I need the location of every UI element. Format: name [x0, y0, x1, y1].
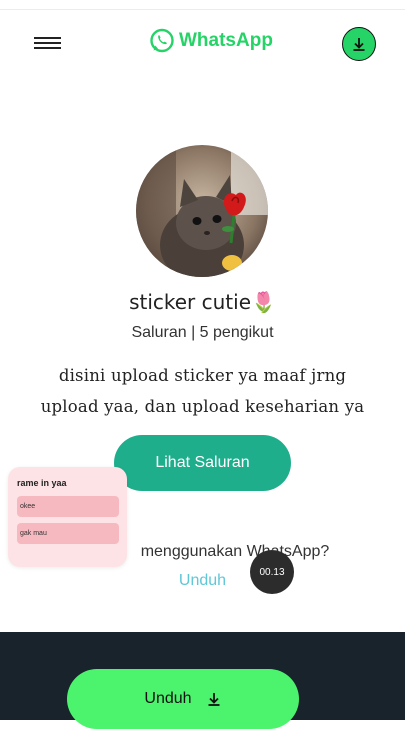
channel-name: sticker cutie🌷	[129, 290, 276, 314]
channel-avatar	[136, 145, 268, 277]
view-channel-button[interactable]: Lihat Saluran	[114, 435, 291, 491]
top-divider	[0, 9, 405, 10]
footer-download-button[interactable]: Unduh	[67, 669, 299, 729]
poll-option[interactable]: okee	[17, 496, 119, 517]
whatsapp-icon	[150, 28, 174, 53]
poll-title: rame in yaa	[17, 478, 67, 488]
whatsapp-logo[interactable]: WhatsApp	[149, 28, 273, 54]
description-line: upload yaa, dan upload keseharian ya	[40, 397, 365, 416]
poll-option[interactable]: gak mau	[17, 523, 119, 544]
poll-sticker-overlay: rame in yaa okee gak mau	[8, 467, 127, 567]
download-icon	[353, 38, 365, 51]
download-icon	[208, 693, 220, 706]
channel-subtitle: Saluran | 5 pengikut	[131, 324, 274, 341]
video-timer-badge: 00.13	[250, 550, 294, 594]
description-line: disini upload sticker ya maaf jrng	[58, 366, 347, 385]
download-icon-button[interactable]	[342, 27, 376, 61]
hamburger-menu-icon[interactable]	[34, 37, 61, 51]
channel-description: disini upload sticker ya maaf jrng uploa…	[30, 360, 375, 422]
header-bar: WhatsApp	[0, 22, 405, 66]
logo-text: WhatsApp	[179, 30, 273, 51]
download-link[interactable]: Unduh	[0, 572, 405, 590]
footer-download-label: Unduh	[144, 690, 192, 707]
